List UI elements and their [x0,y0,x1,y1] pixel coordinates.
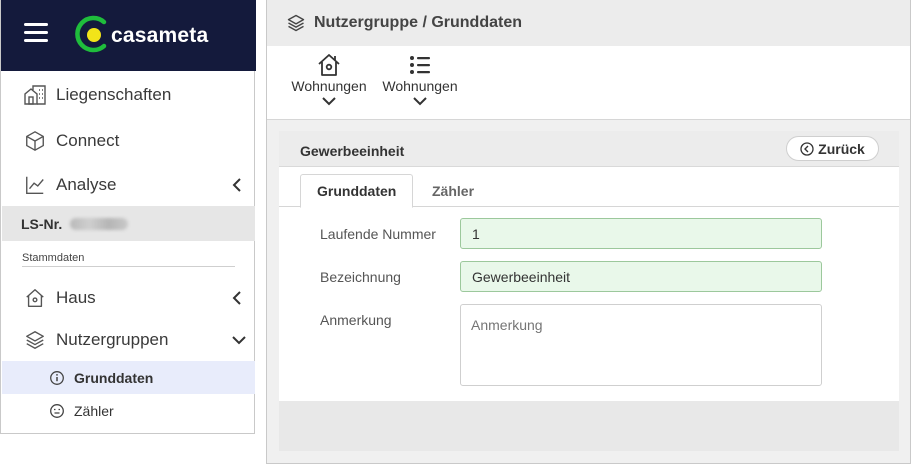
layers-icon [287,14,305,32]
chart-line-icon [23,173,47,197]
sidebar-item-label: Analyse [56,175,117,194]
tab-bar: Grunddaten Zähler [279,167,899,208]
ls-number-row: LS-Nr. [2,206,255,241]
section-divider [22,266,235,267]
card-body: Grunddaten Zähler Laufende Nummer 1 Beze… [279,167,899,401]
sidebar-subitem-label: Grunddaten [74,369,154,386]
toolbar-item-label: Wohnungen [382,78,458,94]
bezeichnung-label: Bezeichnung [320,269,401,285]
sidebar-subitem-zaehler[interactable]: Zähler [2,394,255,427]
sidebar-item-analyse[interactable]: Analyse [2,167,255,203]
toolbar-item-label: Wohnungen [291,78,367,94]
chevron-left-icon [232,178,241,192]
section-label-stammdaten: Stammdaten [22,252,85,264]
back-button[interactable]: Zurück [786,136,879,161]
meter-icon [50,403,64,418]
anmerkung-textarea[interactable] [460,304,822,386]
ls-number-redacted [70,217,129,230]
laufende-nummer-field[interactable]: 1 [460,218,822,249]
hamburger-icon[interactable] [24,23,48,47]
chevron-down-icon [413,97,427,106]
sidebar-item-haus[interactable]: Haus [2,280,255,316]
chevron-left-icon [232,291,241,305]
page-title: Nutzergruppe / Grunddaten [314,14,522,31]
main-header: Nutzergruppe / Grunddaten [267,0,910,46]
house-icon [318,54,340,76]
brand-name: casameta [111,24,209,47]
wohnungen-list-dropdown-button[interactable]: Wohnungen [378,52,462,116]
info-circle-icon [50,370,64,385]
anmerkung-label: Anmerkung [320,312,392,328]
back-button-label: Zurück [818,140,865,157]
chevron-left-circle-icon [800,141,814,156]
chevron-down-icon [322,97,336,106]
toolbar: Wohnungen Wohnungen [267,46,910,120]
sidebar-item-nutzergruppen[interactable]: Nutzergruppen [2,322,255,358]
bezeichnung-field[interactable]: Gewerbeeinheit [460,261,822,292]
detail-card: Gewerbeeinheit Zurück Grunddaten Zähler … [279,131,899,451]
sidebar-item-label: Haus [56,288,96,307]
house-icon [23,286,47,310]
ls-label: LS-Nr. [21,215,63,232]
buildings-icon [23,83,47,107]
laufende-nummer-label: Laufende Nummer [320,226,436,242]
sidebar-subitem-grunddaten[interactable]: Grunddaten [2,361,255,394]
layers-icon [23,328,47,352]
list-icon [410,56,430,74]
sidebar-item-label: Nutzergruppen [56,330,169,349]
sidebar-item-label: Liegenschaften [56,85,172,104]
logo[interactable]: casameta [73,14,208,54]
chevron-down-icon [232,336,246,345]
cube-icon [23,129,47,153]
tab-grunddaten[interactable]: Grunddaten [300,174,414,208]
sidebar-item-liegenschaften[interactable]: Liegenschaften [2,77,255,113]
card-title: Gewerbeeinheit [300,143,405,159]
casameta-logo-icon [75,15,107,53]
wohnungen-dropdown-button[interactable]: Wohnungen [287,52,371,116]
sidebar-item-connect[interactable]: Connect [2,123,255,159]
sidebar: casameta Liegenschaften Connect Analyse [0,0,256,434]
sidebar-subitem-label: Zähler [74,402,114,419]
sidebar-item-label: Connect [56,131,120,150]
main-panel: Nutzergruppe / Grunddaten Wohnungen Wohn… [266,0,911,464]
tab-zaehler[interactable]: Zähler [416,174,490,208]
card-header: Gewerbeeinheit Zurück [279,131,899,167]
top-bar: casameta [1,0,256,71]
